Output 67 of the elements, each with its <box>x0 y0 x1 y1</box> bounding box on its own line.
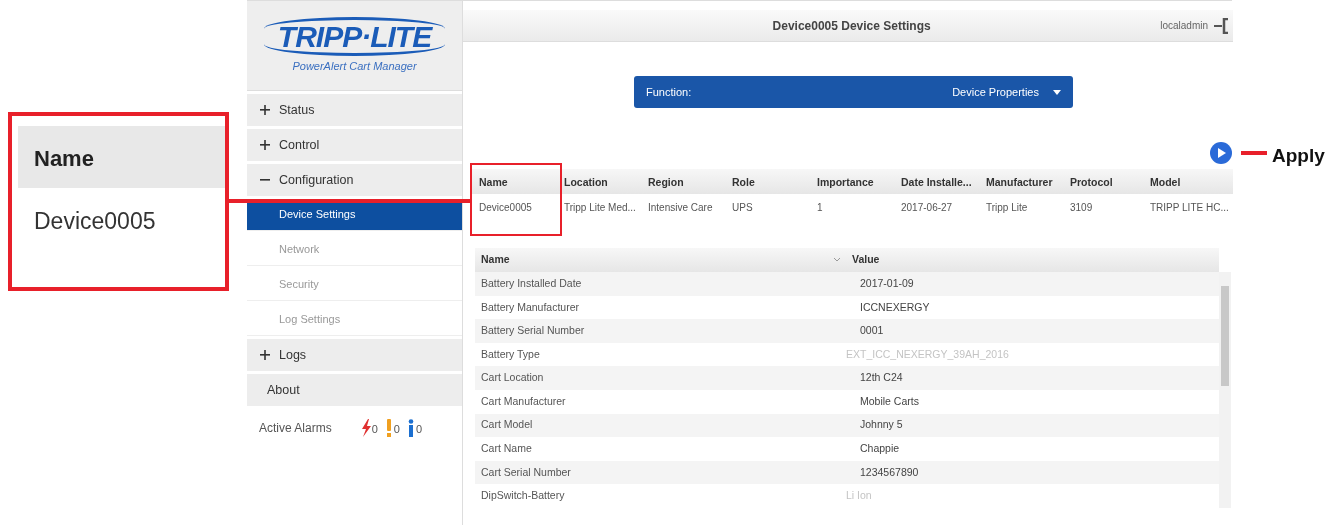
table-cell-text: Intensive Care <box>647 201 714 215</box>
table-cell-text: 1 <box>816 201 824 215</box>
alarms-label: Active Alarms <box>259 420 332 437</box>
plus-icon <box>259 349 271 361</box>
logo: TRIPP·LITE <box>263 16 446 56</box>
column-header: Date Installe... <box>900 175 973 190</box>
column-header: Name <box>481 252 510 268</box>
table-cell-text: Battery Installed Date <box>480 275 583 291</box>
table-cell-text: 0001 <box>859 323 885 339</box>
table-cell-text: Cart Location <box>480 370 545 386</box>
sort-icon <box>834 258 840 262</box>
table-cell-text: 2017-01-09 <box>859 275 915 291</box>
table-cell-text: Cart Manufacturer <box>480 393 567 409</box>
table-cell-text: Tripp Lite Med... <box>563 201 637 215</box>
scrollbar[interactable] <box>1219 272 1231 508</box>
column-header: Manufacturer <box>985 175 1054 190</box>
alarm-count: 0 <box>415 421 423 437</box>
table-cell-text: Battery Serial Number <box>480 323 586 339</box>
logout-icon <box>1214 17 1229 34</box>
table-cell-text: Battery Type <box>480 346 541 362</box>
table-cell-text: Li Ion <box>846 488 873 504</box>
column-header: Name <box>478 175 509 190</box>
table-cell-text: 12th C24 <box>859 370 904 386</box>
table-cell-text: Tripp Lite <box>985 201 1029 215</box>
table-cell-text: Cart Serial Number <box>480 464 572 480</box>
column-header: Role <box>731 175 756 190</box>
column-header: Model <box>1149 175 1182 190</box>
logo-subtitle: PowerAlert Cart Manager <box>292 58 417 74</box>
table-cell-text: Device0005 <box>478 201 533 215</box>
caret-icon <box>1053 89 1061 95</box>
column-header: Protocol <box>1069 175 1114 190</box>
table-cell-text: Johnny 5 <box>859 417 904 433</box>
function-dropdown[interactable]: Function: Device Properties <box>634 76 1073 108</box>
column-header: Location <box>563 175 609 190</box>
table-cell-text: Mobile Carts <box>859 393 920 409</box>
lightning-icon <box>359 419 372 437</box>
table-cell-text: Cart Name <box>480 441 533 457</box>
table-cell-text: 1234567890 <box>859 464 920 480</box>
column-header: Importance <box>816 175 875 190</box>
table-cell: Device0005 <box>34 208 156 234</box>
table-cell-text: Chappie <box>859 441 901 457</box>
sidebar-item[interactable]: Control <box>247 129 462 161</box>
table-cell-text: ICCNEXERGY <box>859 299 931 315</box>
table-cell-text: 3109 <box>1069 201 1094 215</box>
table-cell-text: UPS <box>731 201 754 215</box>
sidebar-item[interactable]: About <box>247 374 462 406</box>
sidebar-item[interactable]: Configuration <box>247 164 462 196</box>
table-cell-text: Battery Manufacturer <box>480 299 581 315</box>
table-cell-text: TRIPP LITE HC... <box>1149 201 1229 215</box>
plus-icon <box>259 104 271 116</box>
user-name: localadmin <box>1160 19 1208 33</box>
plus-icon <box>259 139 271 151</box>
apply-label: Apply <box>1272 144 1325 168</box>
apply-icon[interactable] <box>1210 142 1232 164</box>
table-cell-text: DipSwitch-Battery <box>480 488 566 504</box>
column-header: Value <box>852 252 880 268</box>
alarm-count: 0 <box>393 421 400 437</box>
table-cell-text: Cart Model <box>480 417 534 433</box>
sidebar-item[interactable]: Logs <box>247 339 462 371</box>
sidebar-item[interactable]: Status <box>247 94 462 126</box>
table-cell-text: 2017-06-27 <box>900 201 954 215</box>
page-title: Device0005 Device Settings <box>771 17 932 35</box>
column-header: Name <box>34 146 94 171</box>
scrollbar-thumb[interactable] <box>1221 286 1229 386</box>
table-cell-text: EXT_ICC_NEXERGY_39AH_2016 <box>846 346 1010 362</box>
alarm-count: 0 <box>371 421 378 437</box>
column-header: Region <box>647 175 685 190</box>
